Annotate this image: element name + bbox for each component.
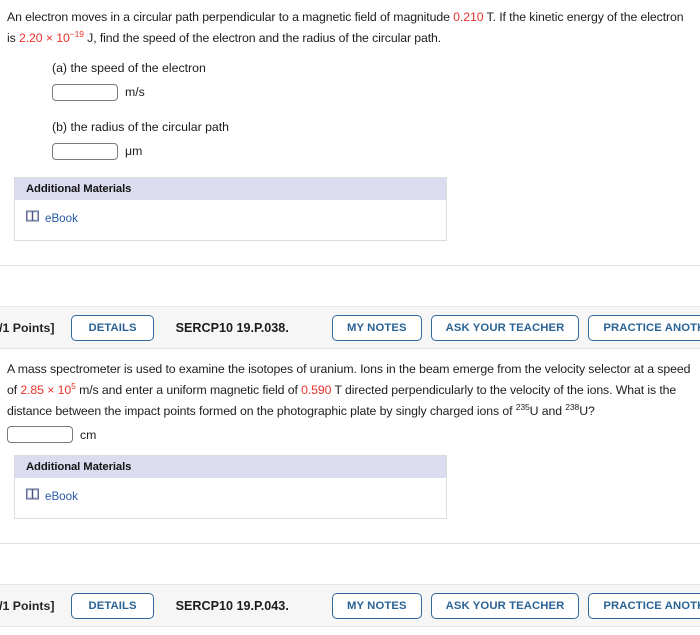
problem-1-part-b: (b) the radius of the circular path μm [52,118,700,160]
book-icon [26,209,39,227]
problem-2-unit: cm [80,427,97,442]
additional-materials-title: Additional Materials [15,178,446,200]
part-b-label: (b) the radius of the circular path [52,120,230,134]
part-b-answer-input[interactable] [52,142,118,160]
problem-3-points: -/1 Points] [0,598,55,613]
part-a-answer-input[interactable] [52,83,118,101]
problem-3-header: -/1 Points] DETAILS SERCP10 19.P.043. MY… [0,584,700,627]
problem-3-action-buttons: MY NOTES ASK YOUR TEACHER PRACTICE ANOTH… [332,592,700,619]
problem-2-answer-row: cm [7,426,700,443]
practice-another-button[interactable]: PRACTICE ANOTHER [588,314,700,341]
part-a-label: (a) the speed of the electron [52,61,206,75]
ask-your-teacher-button[interactable]: ASK YOUR TEACHER [430,314,580,341]
practice-another-button[interactable]: PRACTICE ANOTHER [588,592,700,619]
problem-1-statement: An electron moves in a circular path per… [7,10,684,45]
part-b-unit: μm [125,144,143,158]
problem-1-part-a: (a) the speed of the electron m/s [52,59,700,101]
assignment-page: An electron moves in a circular path per… [0,0,700,635]
problem-3-code: SERCP10 19.P.043. [175,598,289,613]
problem-2-action-buttons: MY NOTES ASK YOUR TEACHER PRACTICE ANOTH… [332,314,700,341]
details-button[interactable]: DETAILS [71,314,154,341]
problem-1-additional-materials: Additional Materials eBook [14,177,447,241]
problem-2-points: -/1 Points] [0,320,55,335]
ebook-link[interactable]: eBook [45,490,78,503]
my-notes-button[interactable]: MY NOTES [332,592,422,619]
problem-2-statement: A mass spectrometer is used to examine t… [7,362,691,418]
problem-2-header: -/1 Points] DETAILS SERCP10 19.P.038. MY… [0,306,700,349]
ebook-link[interactable]: eBook [45,212,78,225]
problem-3: -/1 Points] DETAILS SERCP10 19.P.043. MY… [0,584,700,635]
problem-2: -/1 Points] DETAILS SERCP10 19.P.038. MY… [0,306,700,584]
problem-2-answer-input[interactable] [7,426,73,443]
part-a-unit: m/s [125,85,145,99]
my-notes-button[interactable]: MY NOTES [332,314,422,341]
details-button[interactable]: DETAILS [71,592,154,619]
additional-materials-title: Additional Materials [15,456,446,478]
ask-your-teacher-button[interactable]: ASK YOUR TEACHER [430,592,580,619]
problem-1: An electron moves in a circular path per… [0,0,700,306]
problem-2-code: SERCP10 19.P.038. [175,320,289,335]
problem-2-additional-materials: Additional Materials eBook [14,455,447,519]
book-icon [26,487,39,505]
